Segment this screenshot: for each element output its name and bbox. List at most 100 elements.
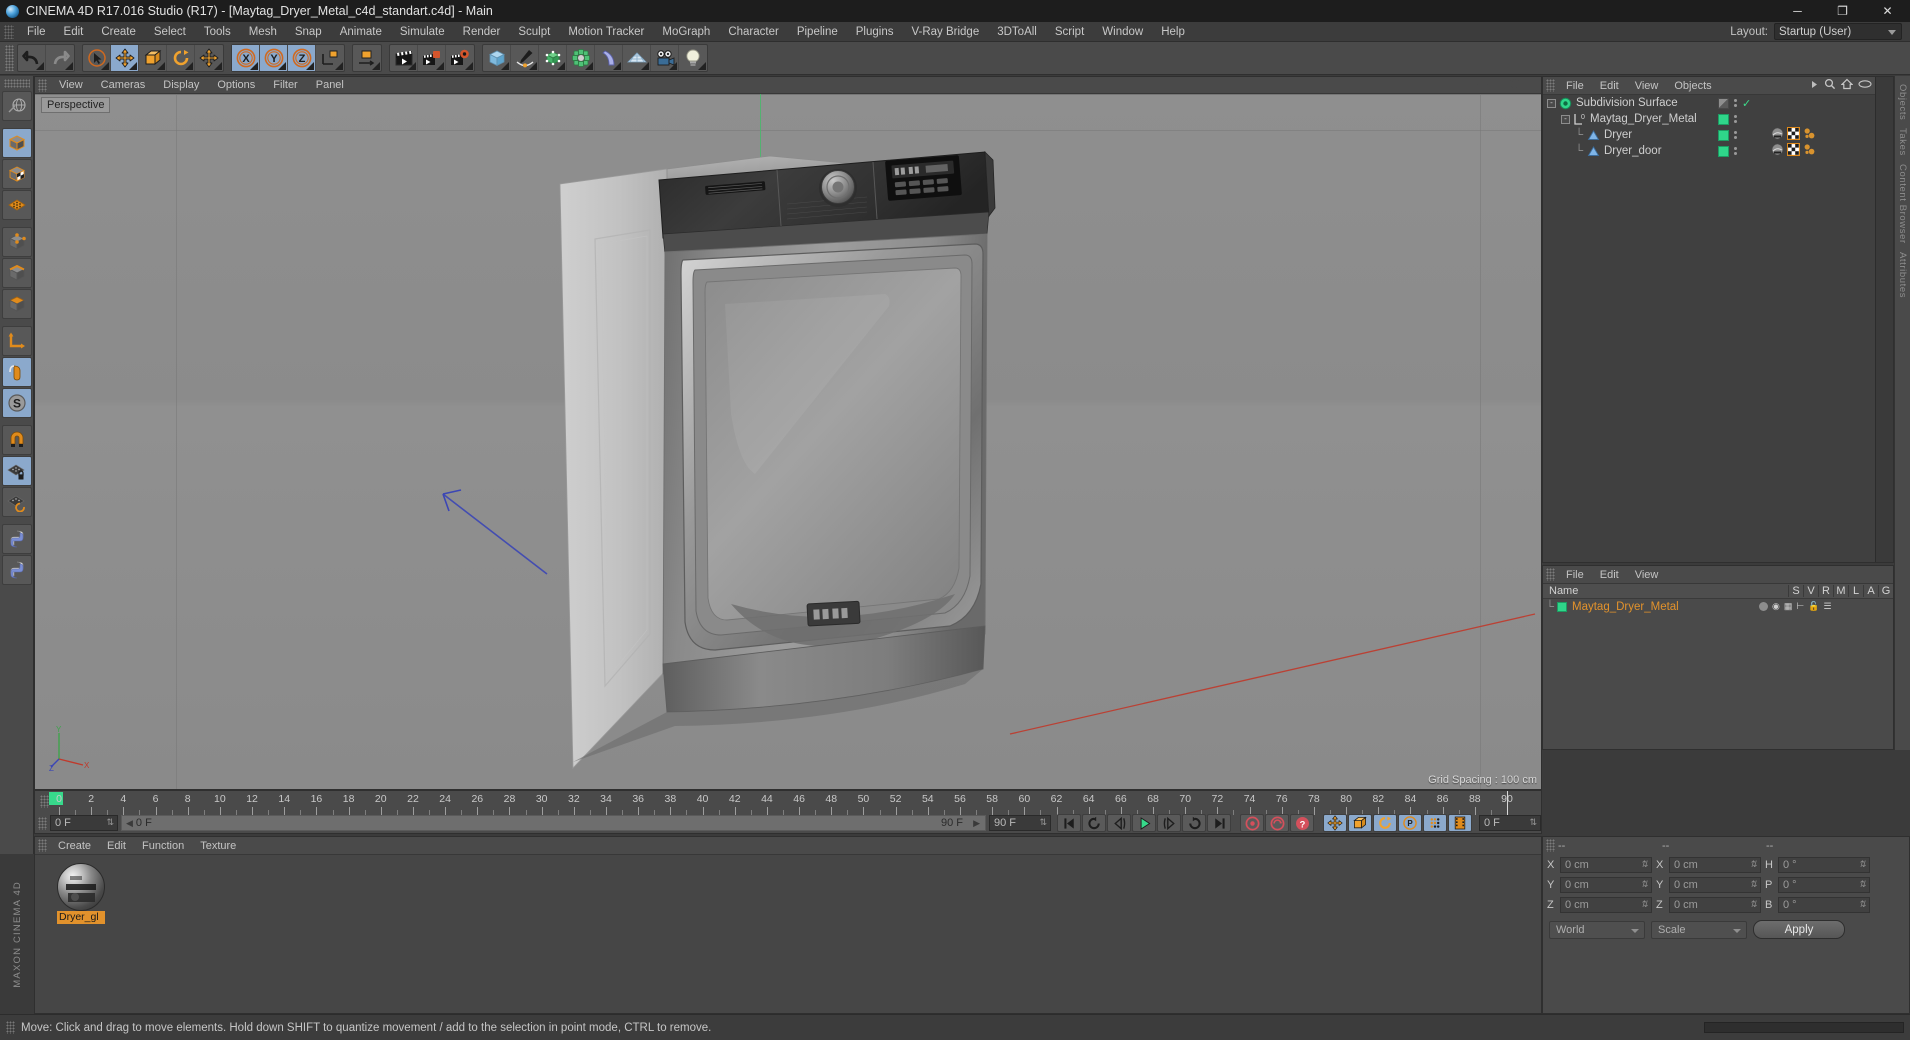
object-enable-box[interactable]: [1718, 145, 1729, 157]
material-column-a[interactable]: A: [1863, 585, 1878, 597]
material-column-r[interactable]: R: [1818, 585, 1833, 597]
phong-tag[interactable]: [1803, 127, 1816, 143]
lock-icon[interactable]: 🔓: [1808, 601, 1819, 612]
material-bottom-menu-texture[interactable]: Texture: [192, 837, 244, 855]
spinner-icon[interactable]: ⇅: [106, 818, 114, 827]
visibility-dots-icon[interactable]: [1734, 131, 1737, 139]
coordinate-rotation-field[interactable]: 0 ° ⇅: [1778, 856, 1870, 873]
render-settings-button[interactable]: [446, 45, 474, 71]
menu-edit[interactable]: Edit: [55, 22, 93, 42]
play-button[interactable]: [1132, 814, 1156, 832]
menu-script[interactable]: Script: [1046, 22, 1093, 42]
undo-button[interactable]: [18, 45, 46, 71]
coordinate-size-field[interactable]: 0 cm ⇅: [1669, 876, 1761, 893]
range-left-arrow-icon[interactable]: ◀: [126, 818, 133, 829]
add-generator-button[interactable]: [539, 45, 567, 71]
search-icon[interactable]: [1824, 78, 1836, 90]
edges-mode-button[interactable]: [1, 258, 32, 288]
home-icon[interactable]: [1841, 78, 1853, 90]
visibility-dots-icon[interactable]: [1734, 115, 1737, 123]
object-enable-box[interactable]: [1718, 113, 1729, 125]
material-right-menu-edit[interactable]: Edit: [1592, 566, 1627, 584]
view-icon[interactable]: ◉: [1772, 601, 1780, 612]
end-frame-field[interactable]: 90 F ⇅: [989, 815, 1051, 831]
object-tags[interactable]: [1771, 142, 1816, 159]
material-right-menu-view[interactable]: View: [1627, 566, 1667, 584]
material-row[interactable]: └ Maytag_Dryer_Metal ◉ ▦ ⊢ 🔓 ☰: [1543, 599, 1893, 614]
lock-workplane-button[interactable]: [1, 456, 32, 486]
z-axis-toggle[interactable]: Z: [288, 45, 316, 71]
redo-button[interactable]: [46, 45, 74, 71]
apply-button[interactable]: Apply: [1753, 920, 1845, 939]
object-tags[interactable]: [1771, 126, 1816, 143]
visibility-dots-icon[interactable]: [1734, 147, 1737, 155]
material-chip-dryer[interactable]: Dryer_gl: [57, 863, 105, 924]
material-right-menu-file[interactable]: File: [1558, 566, 1592, 584]
object-row[interactable]: └ Dryer_door: [1543, 142, 1875, 159]
loop-button[interactable]: [1182, 814, 1206, 832]
move-vertical-icon[interactable]: [1493, 78, 1504, 91]
scale-key-toggle[interactable]: [1348, 814, 1372, 832]
menu-create[interactable]: Create: [92, 22, 145, 42]
point-level-animation-toggle[interactable]: [1423, 814, 1447, 832]
model-mode-button[interactable]: [1, 128, 32, 158]
menu-simulate[interactable]: Simulate: [391, 22, 454, 42]
maximize-button[interactable]: ❐: [1820, 0, 1865, 22]
material-column-s[interactable]: S: [1788, 585, 1803, 597]
timeline-ruler[interactable]: 0 2 4 6 8 10 12 14 16 18 20 22 24 26 28 30 32 34 36 38 40 42 4…: [49, 791, 1541, 815]
menu-3dtoall[interactable]: 3DToAll: [988, 22, 1046, 42]
y-axis-toggle[interactable]: Y: [260, 45, 288, 71]
live-selection-button[interactable]: [83, 45, 111, 71]
go-to-end-button[interactable]: [1207, 814, 1231, 832]
coordinate-size-field[interactable]: 0 cm ⇅: [1669, 896, 1761, 913]
object-row[interactable]: └ Dryer: [1543, 126, 1875, 143]
coordinate-position-field[interactable]: 0 cm ⇅: [1560, 856, 1652, 873]
material-canvas[interactable]: Dryer_gl: [35, 855, 1541, 1013]
previous-key-button[interactable]: [1107, 814, 1131, 832]
phong-tag[interactable]: [1803, 143, 1816, 159]
polygon-uv-button[interactable]: [1, 190, 32, 220]
object-visibility-group[interactable]: [1718, 129, 1737, 141]
object-manager-menu-file[interactable]: File: [1558, 77, 1592, 95]
menu-window[interactable]: Window: [1093, 22, 1152, 42]
move-extra-button[interactable]: [195, 45, 223, 71]
object-manager-menu-objects[interactable]: Objects: [1666, 77, 1719, 95]
material-column-v[interactable]: V: [1803, 585, 1818, 597]
world-coordinates-toggle[interactable]: [316, 45, 344, 71]
menu-snap[interactable]: Snap: [286, 22, 331, 42]
menu-select[interactable]: Select: [145, 22, 195, 42]
material-column-m[interactable]: M: [1833, 585, 1848, 597]
material-column-l[interactable]: L: [1848, 585, 1863, 597]
points-mode-button[interactable]: [1, 227, 32, 257]
add-deformer-button[interactable]: [595, 45, 623, 71]
horizontal-scrollbar[interactable]: [1704, 1022, 1904, 1033]
python-button-2[interactable]: [1, 555, 32, 585]
tree-expander[interactable]: -: [1547, 98, 1556, 108]
menu-plugins[interactable]: Plugins: [847, 22, 903, 42]
viewport-menu-options[interactable]: Options: [208, 77, 264, 94]
go-to-start-button[interactable]: [1057, 814, 1081, 832]
viewport-menu-panel[interactable]: Panel: [307, 77, 353, 94]
menu-character[interactable]: Character: [719, 22, 788, 42]
menu-sculpt[interactable]: Sculpt: [509, 22, 559, 42]
workplane-rotate-button[interactable]: [1, 487, 32, 517]
render-view-button[interactable]: [390, 45, 418, 71]
scale-snap-button[interactable]: S: [1, 388, 32, 418]
maximize-icon[interactable]: [1525, 78, 1537, 91]
range-right-arrow-icon[interactable]: ▶: [973, 818, 980, 829]
close-button[interactable]: ✕: [1865, 0, 1910, 22]
parameter-key-toggle[interactable]: P: [1398, 814, 1422, 832]
menu-v-ray-bridge[interactable]: V-Ray Bridge: [902, 22, 988, 42]
menu-mograph[interactable]: MoGraph: [653, 22, 719, 42]
pan-icon[interactable]: [1476, 78, 1489, 91]
object-visibility-group[interactable]: [1718, 113, 1737, 125]
render-icon[interactable]: ▦: [1784, 601, 1793, 612]
tree-expander[interactable]: -: [1561, 114, 1570, 124]
material-bottom-menu-edit[interactable]: Edit: [99, 837, 134, 855]
autokeying-button[interactable]: [1265, 814, 1289, 832]
material-bottom-menu-function[interactable]: Function: [134, 837, 192, 855]
coordinate-mode-select[interactable]: Scale: [1651, 920, 1747, 939]
object-manager-scrollbar[interactable]: [1875, 77, 1893, 562]
visibility-dots-icon[interactable]: [1734, 99, 1737, 107]
menu-motion-tracker[interactable]: Motion Tracker: [559, 22, 653, 42]
